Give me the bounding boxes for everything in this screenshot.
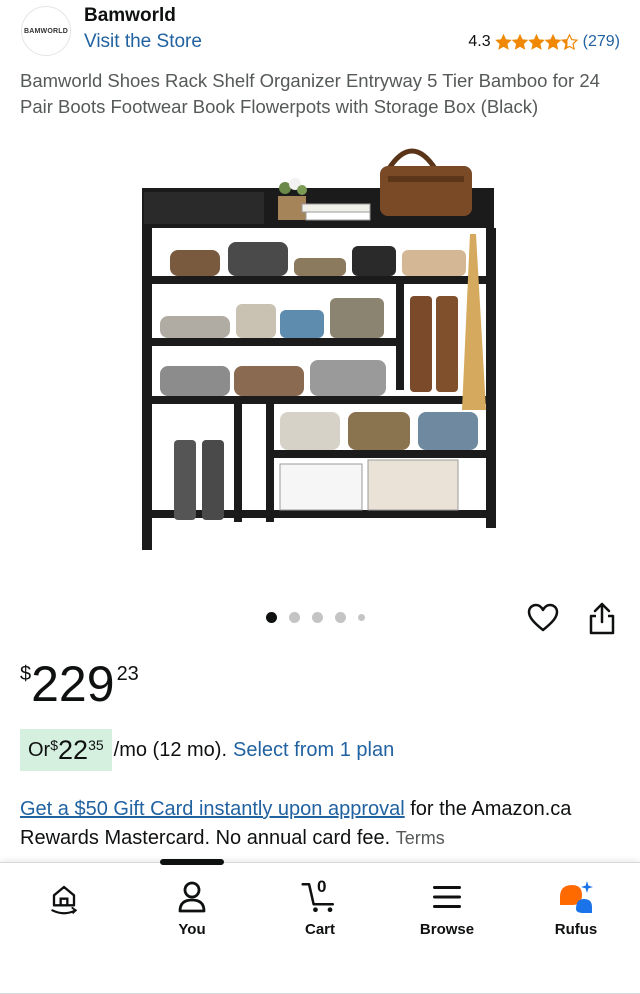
monthly-payment-row: Or $ 22 35 /mo (12 mo). Select from 1 pl… <box>20 729 394 771</box>
monthly-symbol: $ <box>50 737 59 753</box>
nav-browse[interactable]: Browse <box>397 877 497 947</box>
store-header: BAMWORLD Bamworld Visit the Store 4.3 (2… <box>0 0 640 62</box>
gift-card-offer: Get a $50 Gift Card instantly upon appro… <box>20 795 625 853</box>
product-title: Bamworld Shoes Rack Shelf Organizer Entr… <box>20 70 600 117</box>
brand-logo-text: BAMWORLD <box>24 27 68 35</box>
menu-icon <box>427 877 467 917</box>
visit-store-link[interactable]: Visit the Store <box>84 31 202 53</box>
carousel-dot[interactable] <box>266 612 277 623</box>
price-symbol: $ <box>20 663 32 685</box>
product-image[interactable] <box>130 130 510 560</box>
nav-cart-label: Cart <box>304 921 335 938</box>
image-carousel-dots[interactable] <box>266 612 377 623</box>
price: $ 229 23 <box>20 655 139 713</box>
home-icon <box>44 877 84 917</box>
active-tab-indicator <box>160 859 224 865</box>
star-rating <box>495 33 579 51</box>
monthly-fraction: 35 <box>88 737 104 753</box>
stars-icon <box>495 33 578 50</box>
terms-link[interactable]: Terms <box>396 828 445 848</box>
carousel-dot[interactable] <box>312 612 323 623</box>
bottom-navigation: You 0 Cart Browse Rufus <box>0 859 640 994</box>
nav-you-label: You <box>178 921 206 938</box>
nav-home[interactable] <box>14 877 114 947</box>
cart-icon: 0 <box>300 877 340 917</box>
nav-browse-label: Browse <box>419 921 475 938</box>
carousel-dot[interactable] <box>358 614 365 621</box>
share-icon[interactable] <box>587 602 617 636</box>
rufus-icon <box>556 877 596 917</box>
gift-card-link[interactable]: Get a $50 Gift Card instantly upon appro… <box>20 798 405 820</box>
cart-count-badge: 0 <box>317 877 327 896</box>
rating-value: 4.3 <box>468 33 491 50</box>
monthly-whole: 22 <box>58 734 89 765</box>
carousel-dot[interactable] <box>335 612 346 623</box>
nav-rufus[interactable]: Rufus <box>526 877 626 947</box>
brand-logo[interactable]: BAMWORLD <box>21 6 71 56</box>
select-plan-link[interactable]: Select from 1 plan <box>233 739 394 762</box>
nav-you[interactable]: You <box>142 877 242 947</box>
brand-name[interactable]: Bamworld <box>84 5 176 27</box>
shoe-rack-image <box>142 148 496 550</box>
nav-rufus-label: Rufus <box>554 921 598 938</box>
rating-summary[interactable]: 4.3 (279) <box>468 33 620 51</box>
nav-cart[interactable]: 0 Cart <box>270 877 370 947</box>
wishlist-heart-icon[interactable] <box>527 602 559 634</box>
monthly-suffix: /mo (12 mo). <box>113 738 227 761</box>
rating-count: (279) <box>582 33 620 50</box>
carousel-dot[interactable] <box>289 612 300 623</box>
monthly-price-badge: Or $ 22 35 <box>20 729 112 771</box>
price-whole: 229 <box>31 656 115 712</box>
user-icon <box>172 877 212 917</box>
monthly-prefix: Or <box>28 738 51 761</box>
price-fraction: 23 <box>116 663 139 685</box>
